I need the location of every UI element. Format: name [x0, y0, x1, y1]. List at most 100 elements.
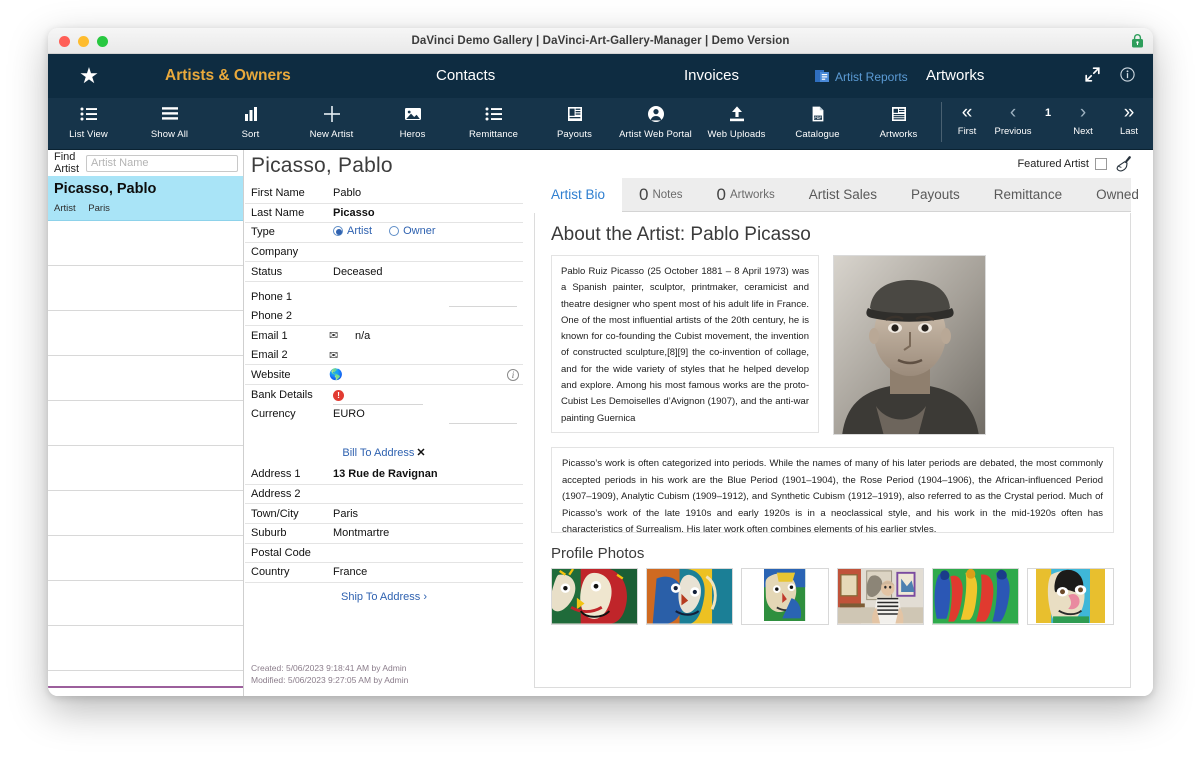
toolbar-button-sort[interactable]: Sort — [210, 98, 291, 140]
field-row-phone-2[interactable]: Phone 2 — [245, 307, 523, 327]
list-item[interactable] — [48, 311, 243, 356]
toolbar-label: Artworks — [879, 129, 918, 140]
first-name-value[interactable]: Pablo — [329, 187, 523, 199]
list-item[interactable] — [48, 356, 243, 401]
town-city-value[interactable]: Paris — [329, 508, 523, 520]
list-item[interactable] — [48, 401, 243, 446]
radio-artist[interactable]: Artist — [333, 225, 372, 237]
toolbar-button-list-view[interactable]: List View — [48, 98, 129, 140]
paintbrush-icon[interactable] — [1113, 153, 1135, 175]
bill-to-address-heading[interactable]: Bill To Address ✕ — [245, 438, 523, 465]
field-row-address-2[interactable]: Address 2 — [245, 485, 523, 505]
info-circle-icon[interactable] — [1120, 67, 1135, 82]
featured-artist-checkbox[interactable] — [1095, 158, 1107, 170]
pager-first-button[interactable]: « First — [944, 98, 990, 137]
toolbar-button-new-artist[interactable]: New Artist — [291, 98, 372, 140]
field-row-currency[interactable]: Currency EURO — [245, 405, 523, 425]
search-input[interactable] — [86, 154, 239, 172]
nav-item-contacts[interactable]: Contacts — [436, 67, 495, 84]
profile-photo-4[interactable] — [836, 568, 924, 625]
field-row-last-name[interactable]: Last Name Picasso — [245, 204, 523, 224]
field-row-address-1[interactable]: Address 1 13 Rue de Ravignan — [245, 465, 523, 485]
star-icon[interactable]: ★ — [48, 65, 130, 87]
list-item-picasso-pablo[interactable]: Picasso, Pablo Artist Paris — [48, 176, 243, 221]
close-window-button[interactable] — [59, 36, 70, 47]
suburb-value[interactable]: Montmartre — [329, 527, 523, 539]
artist-reports-icon[interactable] — [815, 69, 829, 83]
expand-arrows-icon[interactable] — [1084, 66, 1101, 83]
toolbar-button-artworks[interactable]: Artworks — [858, 98, 939, 140]
website-info-icon[interactable]: i — [507, 368, 519, 381]
list-item[interactable] — [48, 491, 243, 536]
ship-to-address-heading[interactable]: Ship To Address › — [245, 583, 523, 609]
toolbar-button-catalogue[interactable]: PDF Catalogue — [777, 98, 858, 140]
field-row-phone-1[interactable]: Phone 1 — [245, 287, 523, 307]
bill-to-close-icon[interactable]: ✕ — [416, 447, 425, 459]
alert-badge-icon[interactable]: ! — [333, 389, 344, 401]
globe-icon[interactable]: 🌎 — [329, 368, 351, 381]
pager-next-button[interactable]: › Next — [1060, 98, 1106, 137]
page-number-display[interactable]: 1 — [1036, 98, 1060, 137]
field-row-suburb[interactable]: Suburb Montmartre — [245, 524, 523, 544]
tab-count: 0 — [639, 184, 649, 204]
envelope-icon[interactable]: ✉ — [329, 349, 351, 362]
profile-photo-1[interactable] — [551, 568, 639, 625]
status-value[interactable]: Deceased — [329, 266, 523, 278]
featured-artist-row: Featured Artist — [524, 150, 1153, 178]
artist-list[interactable]: Picasso, Pablo Artist Paris — [48, 176, 243, 696]
field-row-website[interactable]: Website 🌎 i — [245, 365, 523, 385]
field-row-country[interactable]: Country France — [245, 563, 523, 583]
list-item[interactable] — [48, 581, 243, 626]
profile-photo-5[interactable] — [931, 568, 1019, 625]
list-item[interactable] — [48, 446, 243, 491]
nav-item-artist-reports[interactable]: Artist Reports — [835, 70, 908, 84]
toolbar-button-heros[interactable]: Heros — [372, 98, 453, 140]
page-number: 1 — [1044, 107, 1052, 119]
nav-item-artists-owners[interactable]: Artists & Owners — [165, 67, 291, 85]
field-row-bank-details[interactable]: Bank Details ! — [245, 385, 523, 405]
minimize-window-button[interactable] — [78, 36, 89, 47]
chevron-right-icon[interactable]: › — [423, 591, 427, 603]
field-row-town-city[interactable]: Town/City Paris — [245, 504, 523, 524]
email-1-value[interactable]: n/a — [351, 330, 523, 342]
field-row-status[interactable]: Status Deceased — [245, 262, 523, 282]
list-item[interactable] — [48, 626, 243, 671]
profile-photo-6[interactable] — [1026, 568, 1115, 625]
tab-notes[interactable]: 0 Notes — [622, 178, 700, 211]
toolbar-button-artist-web-portal[interactable]: Artist Web Portal — [615, 98, 696, 140]
list-item[interactable] — [48, 536, 243, 581]
field-row-first-name[interactable]: First Name Pablo — [245, 184, 523, 204]
maximize-window-button[interactable] — [97, 36, 108, 47]
tab-artworks[interactable]: 0 Artworks — [700, 178, 792, 211]
tab-label: Payouts — [911, 187, 960, 202]
currency-value[interactable]: EURO — [329, 408, 523, 420]
toolbar-button-payouts[interactable]: Payouts — [534, 98, 615, 140]
tab-owned[interactable]: Owned — [1079, 178, 1153, 211]
address-1-value[interactable]: 13 Rue de Ravignan — [329, 468, 523, 480]
tab-payouts[interactable]: Payouts — [894, 178, 977, 211]
nav-item-artworks[interactable]: Artworks — [926, 67, 984, 84]
nav-item-invoices[interactable]: Invoices — [684, 67, 739, 84]
list-item[interactable] — [48, 266, 243, 311]
country-value[interactable]: France — [329, 566, 523, 578]
radio-owner[interactable]: Owner — [389, 225, 436, 237]
pager-last-button[interactable]: » Last — [1106, 98, 1152, 137]
envelope-icon[interactable]: ✉ — [329, 329, 351, 342]
pager-previous-button[interactable]: ‹ Previous — [990, 98, 1036, 137]
portrait-photo-picasso[interactable] — [833, 255, 986, 435]
tab-remittance[interactable]: Remittance — [977, 178, 1079, 211]
field-row-type[interactable]: Type Artist Owner — [245, 223, 523, 243]
toolbar-button-show-all[interactable]: Show All — [129, 98, 210, 140]
field-row-email-1[interactable]: Email 1 ✉ n/a — [245, 326, 523, 346]
toolbar-button-web-uploads[interactable]: Web Uploads — [696, 98, 777, 140]
field-row-postal-code[interactable]: Postal Code — [245, 544, 523, 564]
profile-photo-2[interactable] — [646, 568, 734, 625]
tab-artist-bio[interactable]: Artist Bio — [534, 178, 623, 212]
last-name-value[interactable]: Picasso — [329, 207, 523, 219]
tab-artist-sales[interactable]: Artist Sales — [792, 178, 894, 211]
toolbar-button-remittance[interactable]: Remittance — [453, 98, 534, 140]
profile-photo-3[interactable] — [741, 568, 829, 625]
field-row-company[interactable]: Company — [245, 243, 523, 263]
list-item[interactable] — [48, 221, 243, 266]
field-row-email-2[interactable]: Email 2 ✉ — [245, 346, 523, 366]
